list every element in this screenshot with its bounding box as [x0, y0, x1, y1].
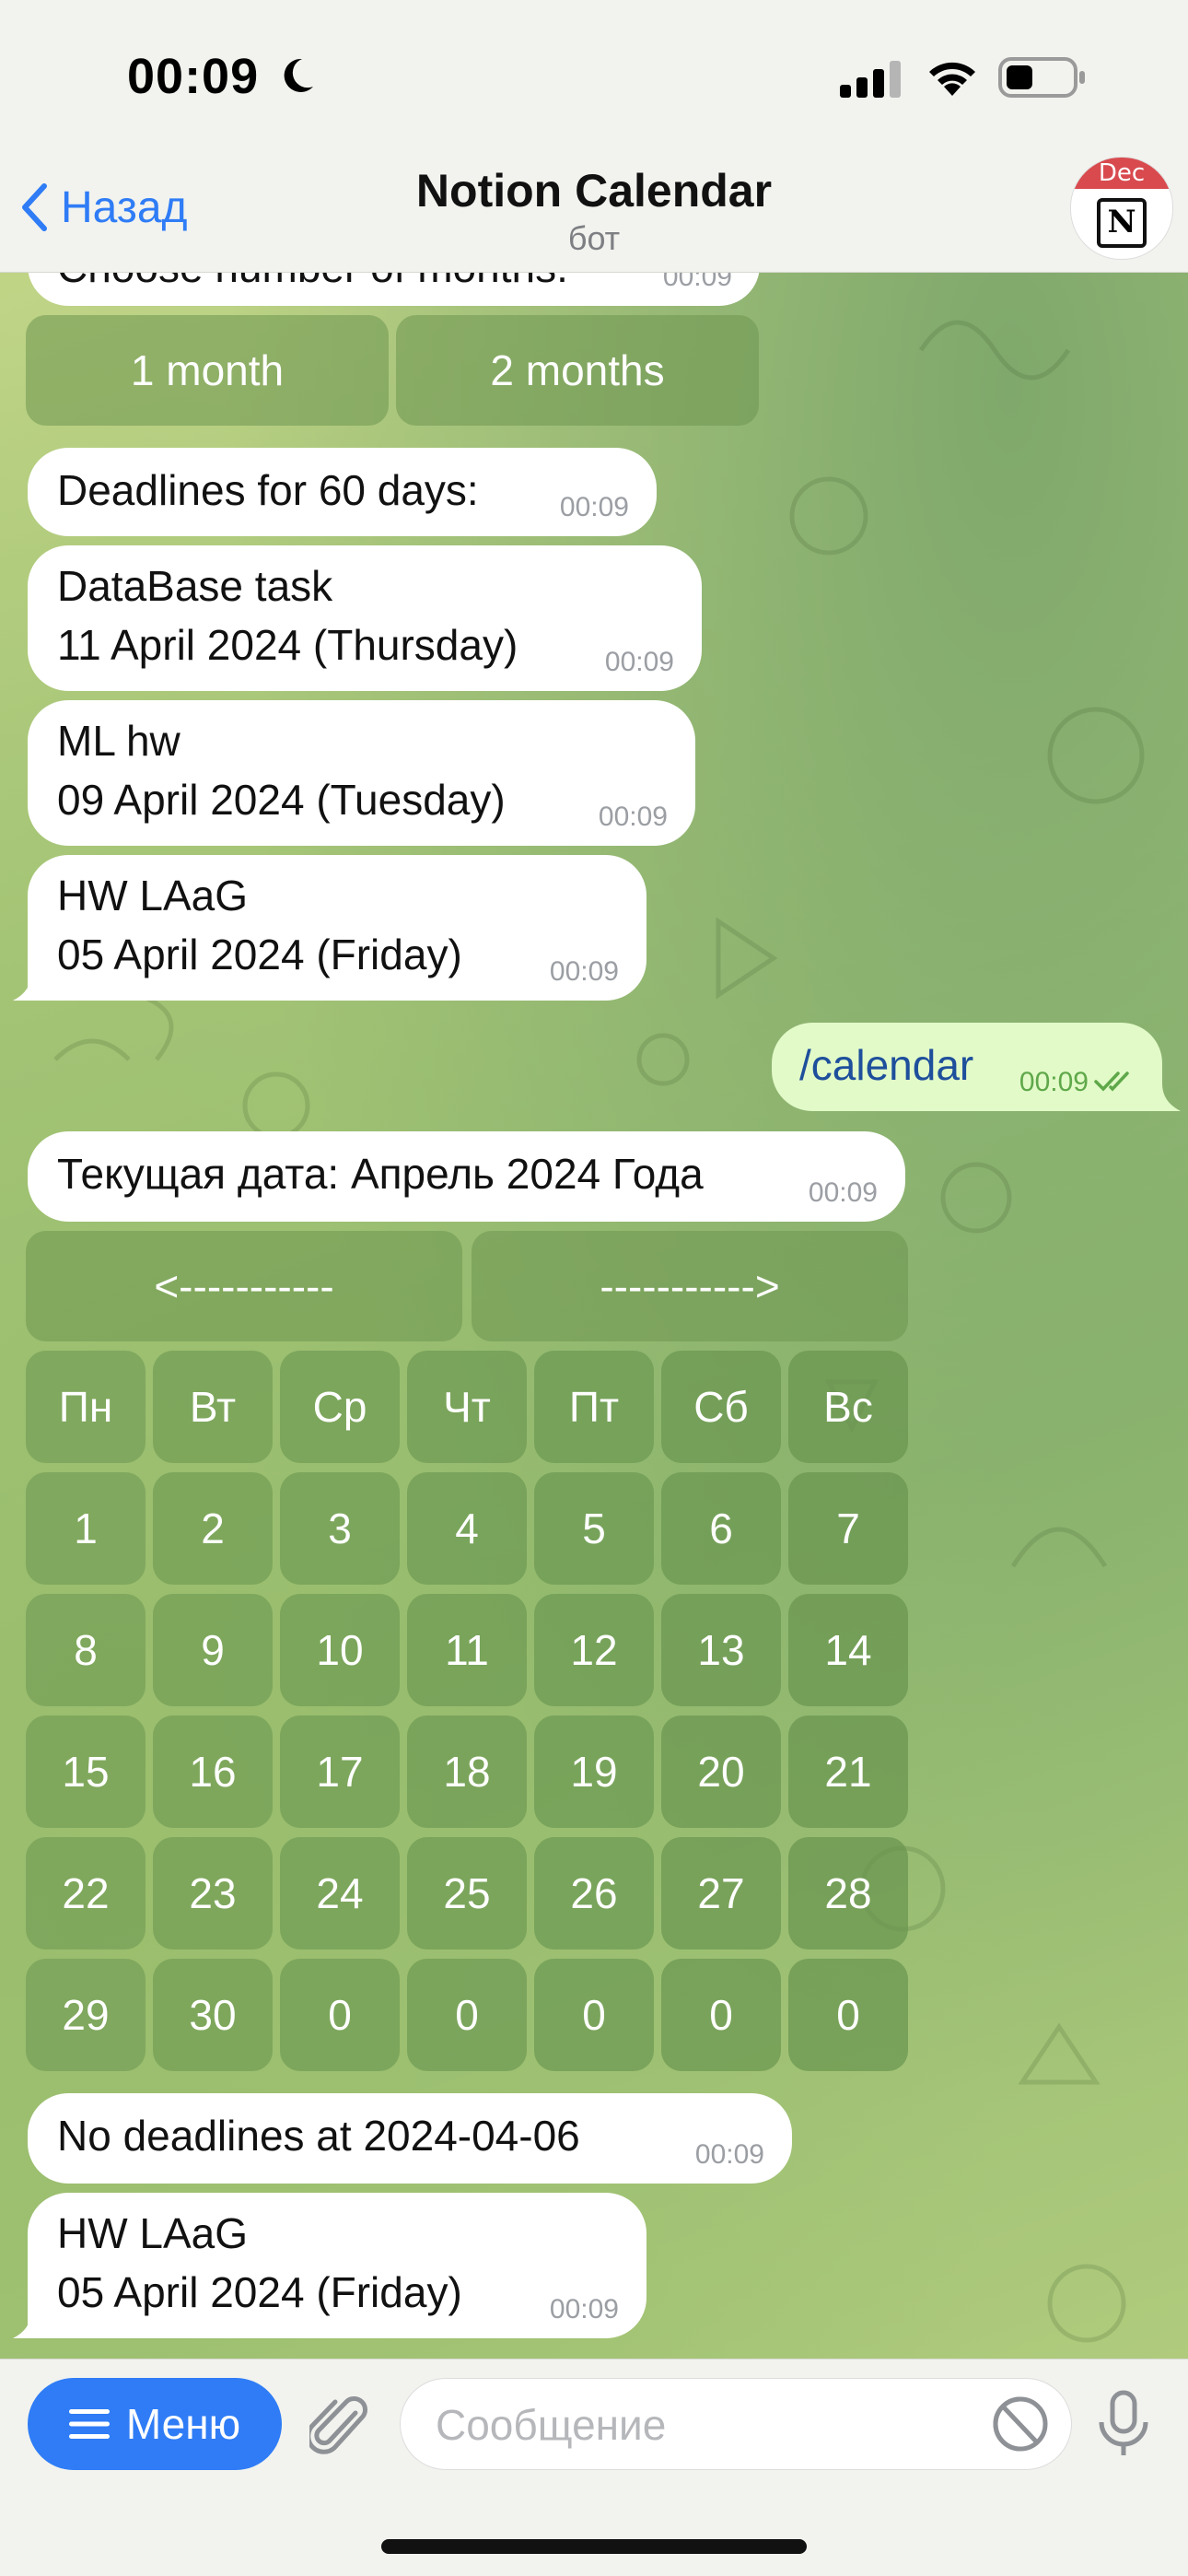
- message-time: 00:09: [549, 956, 619, 987]
- calendar-day-button[interactable]: 6: [661, 1472, 781, 1585]
- deadline-bubble: HW LAaG 05 April 2024 (Friday) 00:09: [28, 855, 646, 1001]
- calendar-day-button[interactable]: 24: [280, 1837, 400, 1950]
- calendar-day-button[interactable]: 13: [661, 1594, 781, 1706]
- battery-icon: [998, 57, 1085, 98]
- calendar-day-button[interactable]: 0: [534, 1959, 654, 2071]
- calendar-day-button[interactable]: 20: [661, 1715, 781, 1828]
- calendar-day-button[interactable]: 27: [661, 1837, 781, 1950]
- message-time: 00:09: [559, 492, 629, 522]
- calendar-day-button[interactable]: 3: [280, 1472, 400, 1585]
- deadline-date: 11 April 2024 (Thursday): [57, 621, 518, 669]
- sticker-icon[interactable]: [991, 2395, 1050, 2453]
- prev-month-button[interactable]: <-----------: [26, 1231, 462, 1341]
- message-time: 00:09: [549, 2294, 619, 2324]
- calendar-day-button[interactable]: 26: [534, 1837, 654, 1950]
- bubble-tail: [13, 973, 41, 1001]
- calendar-day-button[interactable]: 29: [26, 1959, 146, 2071]
- microphone-icon[interactable]: [1096, 2389, 1151, 2459]
- home-indicator: [381, 2539, 807, 2554]
- read-checkmarks-icon: [1094, 1071, 1129, 1092]
- status-bar: 00:09: [0, 0, 1188, 157]
- calendar-day-button[interactable]: 22: [26, 1837, 146, 1950]
- calendar-day-button[interactable]: 10: [280, 1594, 400, 1706]
- deadline-title: HW LAaG: [57, 872, 249, 919]
- message-time: 00:09: [694, 2139, 764, 2170]
- calendar-day-button[interactable]: 30: [153, 1959, 273, 2071]
- calendar-day-button[interactable]: 28: [788, 1837, 908, 1950]
- weekday-header[interactable]: Вс: [788, 1351, 908, 1463]
- moon-icon: [284, 58, 313, 92]
- weekday-header[interactable]: Пт: [534, 1351, 654, 1463]
- weekday-header[interactable]: Ср: [280, 1351, 400, 1463]
- deadline-bubble: ML hw 09 April 2024 (Tuesday) 00:09: [28, 700, 695, 846]
- calendar-day-button[interactable]: 0: [407, 1959, 527, 2071]
- calendar-day-button[interactable]: 23: [153, 1837, 273, 1950]
- calendar-day-button[interactable]: 4: [407, 1472, 527, 1585]
- calendar-day-button[interactable]: 21: [788, 1715, 908, 1828]
- deadline-bubble: HW LAaG 05 April 2024 (Friday) 00:09: [28, 2193, 646, 2338]
- deadline-title: DataBase task: [57, 562, 333, 610]
- calendar-day-button[interactable]: 11: [407, 1594, 527, 1706]
- bubble-tail: [13, 2311, 41, 2338]
- calendar-day-button[interactable]: 19: [534, 1715, 654, 1828]
- deadline-date: 05 April 2024 (Friday): [57, 2268, 462, 2316]
- month-2-button[interactable]: 2 months: [396, 315, 759, 426]
- calendar-day-button[interactable]: 18: [407, 1715, 527, 1828]
- weekday-header[interactable]: Пн: [26, 1351, 146, 1463]
- calendar-day-button[interactable]: 1: [26, 1472, 146, 1585]
- chat-subtitle: бот: [567, 219, 621, 257]
- calendar-day-button[interactable]: 15: [26, 1715, 146, 1828]
- chat-screen: 00:09 Назад Notion Calendar бот Dec N 00…: [0, 0, 1188, 2576]
- calendar-day-button[interactable]: 14: [788, 1594, 908, 1706]
- bubble-tail: [1153, 1083, 1181, 1111]
- cellular-signal-icon: [840, 61, 901, 98]
- avatar-month: Dec: [1071, 158, 1172, 189]
- chat-title[interactable]: Notion Calendar: [0, 164, 1188, 217]
- calendar-day-button[interactable]: 16: [153, 1715, 273, 1828]
- message-time: 00:09: [1019, 1067, 1089, 1097]
- weekday-header[interactable]: Сб: [661, 1351, 781, 1463]
- calendar-day-button[interactable]: 2: [153, 1472, 273, 1585]
- calendar-day-button[interactable]: 9: [153, 1594, 273, 1706]
- calendar-day-button[interactable]: 8: [26, 1594, 146, 1706]
- deadline-date: 09 April 2024 (Tuesday): [57, 776, 506, 824]
- menu-icon: [68, 2409, 110, 2439]
- wifi-icon: [929, 62, 975, 96]
- month-1-button[interactable]: 1 month: [26, 315, 389, 426]
- clock: 00:09: [127, 49, 260, 104]
- message-time: 00:09: [598, 802, 668, 832]
- calendar-day-button[interactable]: 5: [534, 1472, 654, 1585]
- message-text[interactable]: /calendar: [799, 1041, 973, 1089]
- weekday-header[interactable]: Чт: [407, 1351, 527, 1463]
- paperclip-icon[interactable]: [309, 2393, 370, 2457]
- calendar-day-button[interactable]: 0: [280, 1959, 400, 2071]
- calendar-day-button[interactable]: 17: [280, 1715, 400, 1828]
- message-text: Deadlines for 60 days:: [57, 466, 479, 514]
- calendar-day-button[interactable]: 0: [661, 1959, 781, 2071]
- deadline-date: 05 April 2024 (Friday): [57, 931, 462, 978]
- deadline-bubble: DataBase task 11 April 2024 (Thursday) 0…: [28, 545, 702, 691]
- calendar-day-button[interactable]: 25: [407, 1837, 527, 1950]
- deadline-title: ML hw: [57, 717, 181, 765]
- menu-label: Меню: [125, 2400, 241, 2448]
- message-time: 00:09: [808, 1177, 878, 1208]
- message-text: No deadlines at 2024-04-06: [57, 2112, 580, 2160]
- message-text: Текущая дата: Апрель 2024 Года: [57, 1150, 704, 1198]
- deadline-title: HW LAaG: [57, 2209, 249, 2257]
- calendar-day-button[interactable]: 12: [534, 1594, 654, 1706]
- chat-header: Назад Notion Calendar бот Dec N: [0, 157, 1188, 273]
- next-month-button[interactable]: ----------->: [472, 1231, 908, 1341]
- calendar-day-button[interactable]: 7: [788, 1472, 908, 1585]
- message-input[interactable]: Сообщение: [400, 2378, 1072, 2470]
- bot-avatar[interactable]: Dec N: [1070, 157, 1173, 260]
- outgoing-message: /calendar 00:09: [772, 1023, 1162, 1111]
- menu-button[interactable]: Меню: [28, 2378, 282, 2470]
- notion-logo-icon: N: [1097, 198, 1147, 248]
- calendar-day-button[interactable]: 0: [788, 1959, 908, 2071]
- deadlines-header-bubble: Deadlines for 60 days: 00:09: [28, 448, 657, 536]
- message-time: 00:09: [604, 647, 674, 677]
- weekday-header[interactable]: Вт: [153, 1351, 273, 1463]
- no-deadlines-bubble: No deadlines at 2024-04-06 00:09: [28, 2093, 792, 2184]
- current-date-bubble: Текущая дата: Апрель 2024 Года 00:09: [28, 1131, 905, 1222]
